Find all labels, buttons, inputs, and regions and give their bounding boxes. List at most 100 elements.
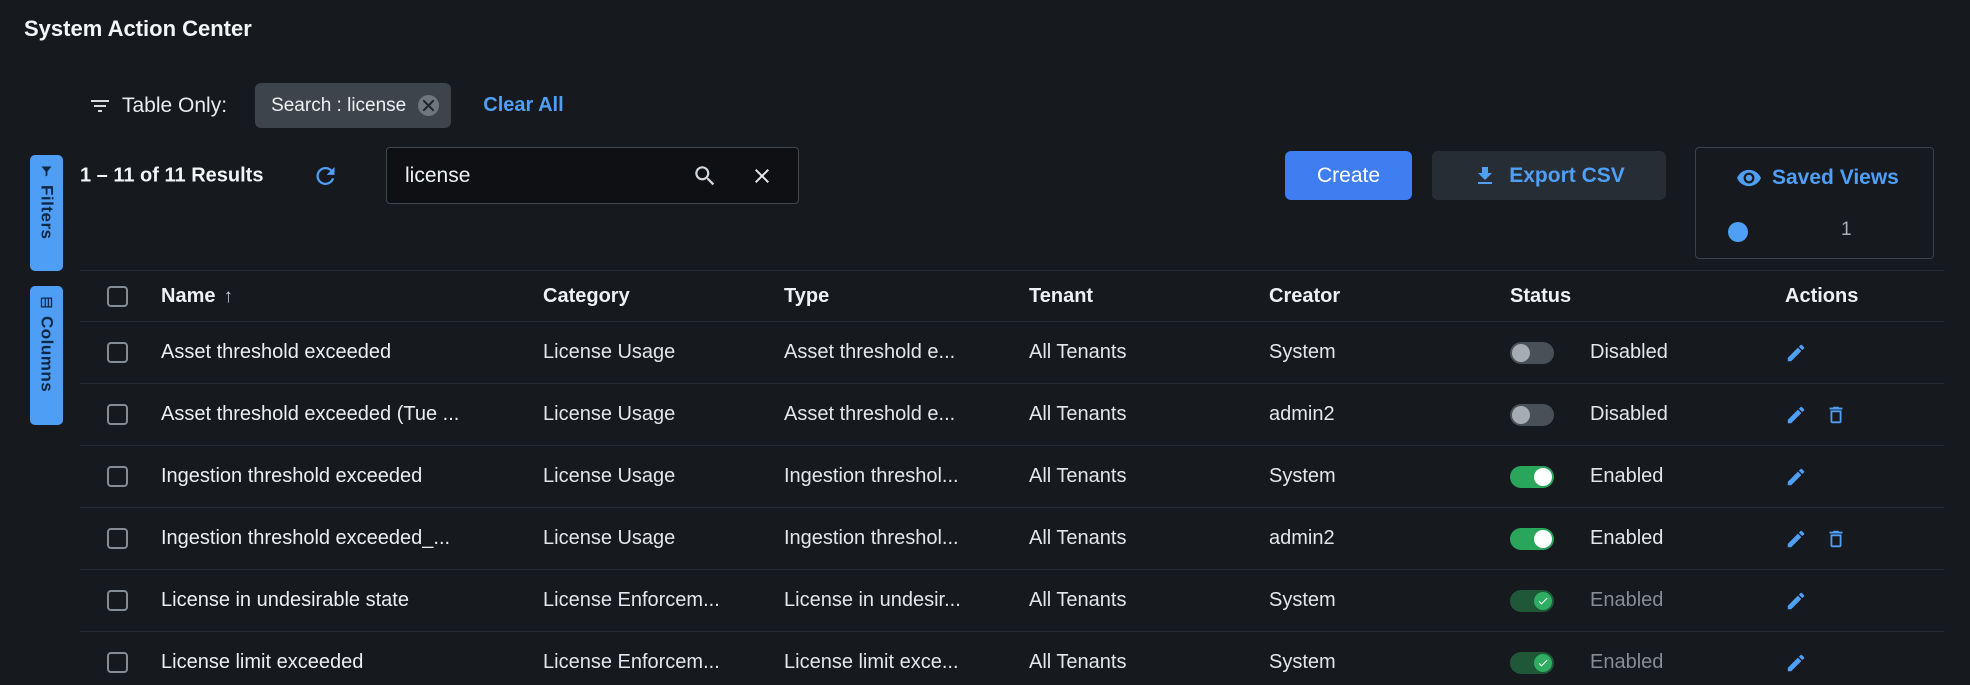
cell-tenant: All Tenants bbox=[1029, 651, 1269, 674]
table-row: License in undesirable state License Enf… bbox=[80, 570, 1944, 632]
table-body: Asset threshold exceeded License Usage A… bbox=[80, 322, 1944, 685]
cell-name: Ingestion threshold exceeded bbox=[161, 465, 543, 488]
edit-button[interactable] bbox=[1785, 342, 1807, 364]
tab-columns[interactable]: Columns bbox=[30, 286, 63, 425]
tab-filters-label: Filters bbox=[37, 185, 57, 240]
export-csv-label: Export CSV bbox=[1509, 164, 1625, 188]
toggle-knob bbox=[1512, 344, 1530, 362]
cell-tenant: All Tenants bbox=[1029, 403, 1269, 426]
cell-category: License Usage bbox=[543, 465, 784, 488]
table-row: Ingestion threshold exceeded License Usa… bbox=[80, 446, 1944, 508]
row-checkbox[interactable] bbox=[107, 528, 128, 549]
column-header-type[interactable]: Type bbox=[784, 285, 1029, 308]
cell-actions bbox=[1785, 466, 1944, 488]
cell-creator: System bbox=[1269, 465, 1510, 488]
status-toggle bbox=[1510, 590, 1554, 612]
edit-button[interactable] bbox=[1785, 590, 1807, 612]
cell-type: Ingestion threshol... bbox=[784, 465, 1029, 488]
row-checkbox[interactable] bbox=[107, 590, 128, 611]
table-only-label: Table Only: bbox=[122, 94, 227, 118]
search-box bbox=[386, 147, 799, 204]
cell-category: License Usage bbox=[543, 527, 784, 550]
cell-status: Enabled bbox=[1510, 651, 1785, 674]
table-header-row: Name↑ Category Type Tenant Creator Statu… bbox=[80, 270, 1944, 322]
cell-creator: admin2 bbox=[1269, 403, 1510, 426]
status-label: Disabled bbox=[1590, 403, 1668, 426]
actions-table: Name↑ Category Type Tenant Creator Statu… bbox=[80, 270, 1944, 685]
toggle-knob bbox=[1534, 468, 1552, 486]
create-button[interactable]: Create bbox=[1285, 151, 1412, 200]
cell-status: Enabled bbox=[1510, 465, 1785, 488]
delete-button[interactable] bbox=[1825, 528, 1847, 550]
cell-category: License Enforcem... bbox=[543, 651, 784, 674]
cell-tenant: All Tenants bbox=[1029, 527, 1269, 550]
saved-views-label: Saved Views bbox=[1772, 166, 1899, 190]
search-icon[interactable] bbox=[692, 163, 718, 189]
column-header-actions: Actions bbox=[1785, 285, 1944, 308]
column-header-category[interactable]: Category bbox=[543, 285, 784, 308]
system-action-center-page: System Action Center Table Only: Search … bbox=[0, 0, 1970, 685]
column-header-name[interactable]: Name↑ bbox=[161, 285, 543, 308]
delete-button[interactable] bbox=[1825, 404, 1847, 426]
chip-label: Search : license bbox=[271, 95, 406, 117]
column-header-creator[interactable]: Creator bbox=[1269, 285, 1510, 308]
saved-views-indicator-dot[interactable] bbox=[1728, 222, 1748, 242]
cell-status: Enabled bbox=[1510, 527, 1785, 550]
cell-creator: System bbox=[1269, 589, 1510, 612]
funnel-icon bbox=[39, 164, 54, 179]
cell-name: Asset threshold exceeded (Tue ... bbox=[161, 403, 543, 426]
cell-creator: System bbox=[1269, 341, 1510, 364]
edit-button[interactable] bbox=[1785, 652, 1807, 674]
cell-type: License limit exce... bbox=[784, 651, 1029, 674]
table-row: Asset threshold exceeded License Usage A… bbox=[80, 322, 1944, 384]
status-toggle bbox=[1510, 652, 1554, 674]
clear-all-button[interactable]: Clear All bbox=[477, 93, 569, 118]
row-checkbox[interactable] bbox=[107, 466, 128, 487]
toolbar: 1 – 11 of 11 Results Create Export CSV bbox=[80, 147, 1944, 205]
toggle-knob bbox=[1512, 406, 1530, 424]
status-toggle[interactable] bbox=[1510, 466, 1554, 488]
edit-button[interactable] bbox=[1785, 466, 1807, 488]
status-label: Enabled bbox=[1590, 589, 1663, 612]
edit-button[interactable] bbox=[1785, 404, 1807, 426]
cell-actions bbox=[1785, 528, 1944, 550]
toggle-knob bbox=[1534, 592, 1552, 610]
cell-category: License Usage bbox=[543, 341, 784, 364]
row-checkbox[interactable] bbox=[107, 652, 128, 673]
cell-status: Disabled bbox=[1510, 403, 1785, 426]
check-icon bbox=[1537, 595, 1549, 607]
cell-type: Asset threshold e... bbox=[784, 341, 1029, 364]
column-header-status[interactable]: Status bbox=[1510, 285, 1785, 308]
column-header-tenant[interactable]: Tenant bbox=[1029, 285, 1269, 308]
cell-name: License in undesirable state bbox=[161, 589, 543, 612]
tab-filters[interactable]: Filters bbox=[30, 155, 63, 271]
saved-views-button[interactable]: Saved Views bbox=[1730, 164, 1905, 192]
cell-type: Asset threshold e... bbox=[784, 403, 1029, 426]
edit-button[interactable] bbox=[1785, 528, 1807, 550]
row-checkbox[interactable] bbox=[107, 342, 128, 363]
filter-bar: Table Only: Search : license Clear All bbox=[88, 83, 570, 128]
table-row: Ingestion threshold exceeded_... License… bbox=[80, 508, 1944, 570]
search-filter-chip[interactable]: Search : license bbox=[255, 83, 451, 128]
export-csv-button[interactable]: Export CSV bbox=[1432, 151, 1666, 200]
status-label: Enabled bbox=[1590, 651, 1663, 674]
cell-creator: System bbox=[1269, 651, 1510, 674]
select-all-checkbox[interactable] bbox=[107, 286, 128, 307]
status-label: Enabled bbox=[1590, 465, 1663, 488]
chip-remove-icon[interactable] bbox=[418, 95, 439, 116]
refresh-button[interactable] bbox=[312, 163, 339, 190]
search-clear-icon[interactable] bbox=[750, 164, 774, 188]
row-checkbox[interactable] bbox=[107, 404, 128, 425]
cell-creator: admin2 bbox=[1269, 527, 1510, 550]
status-toggle[interactable] bbox=[1510, 404, 1554, 426]
cell-name: Ingestion threshold exceeded_... bbox=[161, 527, 543, 550]
cell-status: Enabled bbox=[1510, 589, 1785, 612]
cell-actions bbox=[1785, 652, 1944, 674]
search-input[interactable] bbox=[387, 148, 798, 203]
table-row: Asset threshold exceeded (Tue ... Licens… bbox=[80, 384, 1944, 446]
cell-status: Disabled bbox=[1510, 341, 1785, 364]
status-toggle[interactable] bbox=[1510, 528, 1554, 550]
table-row: License limit exceeded License Enforcem.… bbox=[80, 632, 1944, 685]
tab-columns-label: Columns bbox=[37, 316, 57, 392]
status-toggle[interactable] bbox=[1510, 342, 1554, 364]
